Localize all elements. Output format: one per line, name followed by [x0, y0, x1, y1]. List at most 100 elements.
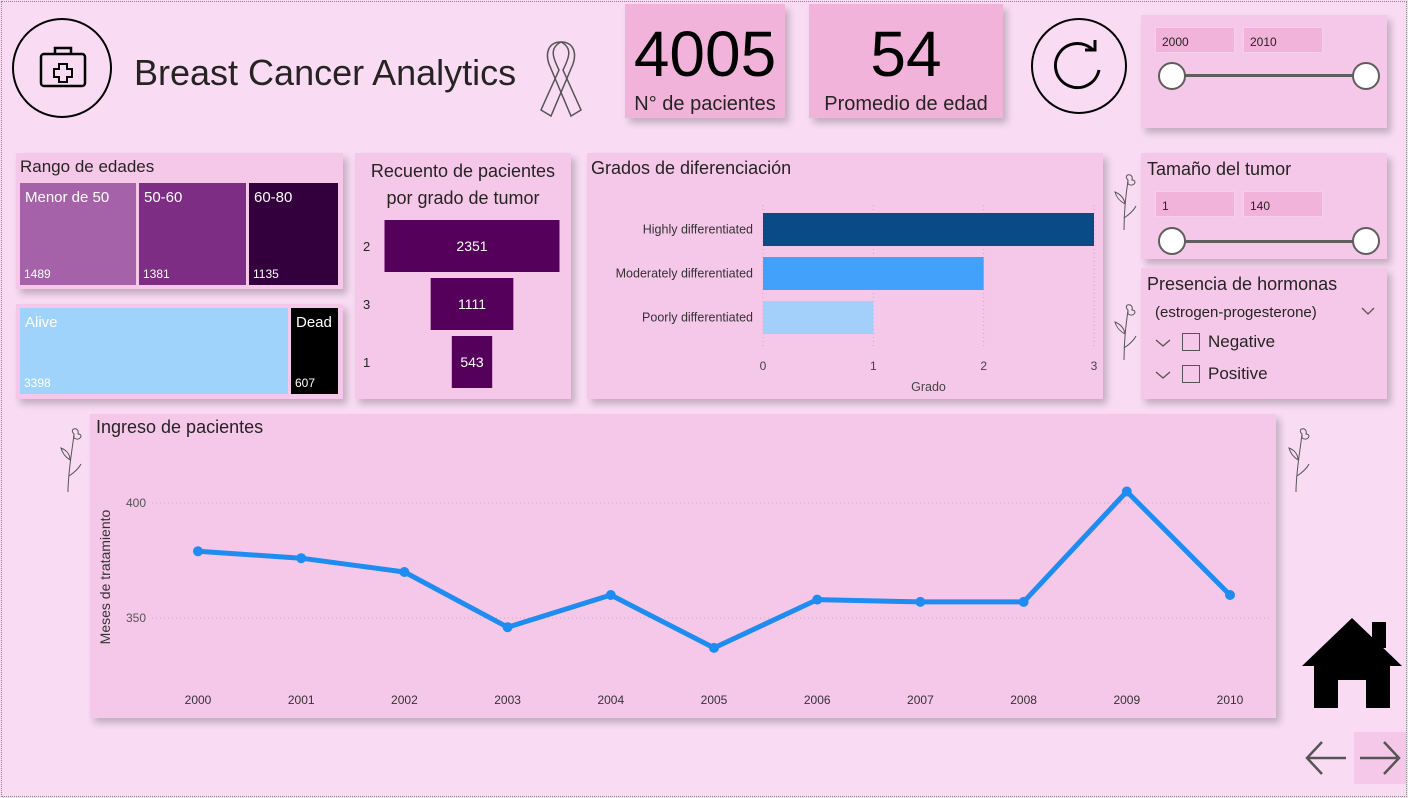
kpi-patients-card: 4005 N° de pacientes [625, 4, 785, 118]
chevron-down-icon[interactable] [1155, 338, 1171, 348]
tumor-min-input[interactable]: 1 [1155, 191, 1235, 217]
status-tile-dead[interactable]: Dead 607 [291, 308, 338, 394]
data-point[interactable] [605, 590, 616, 600]
x-tick-label: 2002 [391, 693, 418, 707]
tile-value: 3398 [24, 376, 51, 390]
tile-label: 60-80 [254, 189, 293, 206]
data-point[interactable] [193, 546, 203, 557]
tile-label: Menor de 50 [25, 189, 110, 206]
medical-kit-icon [12, 18, 112, 118]
tumor-size-slicer: Tamaño del tumor 1 140 [1141, 153, 1387, 259]
differentiation-chart: 0 1 2 3 Highly differentiated Moderately diff… [616, 205, 1098, 394]
flower-icon [1114, 304, 1137, 361]
hormone-option-positive[interactable]: Positive [1208, 364, 1268, 384]
x-tick-label: 1 [870, 359, 877, 373]
hormone-option-negative[interactable]: Negative [1208, 332, 1275, 352]
category-label: Highly differentiated [643, 223, 753, 237]
tile-value: 1489 [24, 267, 51, 281]
flower-icon [1114, 174, 1137, 231]
year-slicer: 2000 2010 [1141, 15, 1387, 128]
arrow-left-icon[interactable] [1304, 738, 1348, 778]
chevron-down-icon[interactable] [1155, 370, 1171, 380]
series-line [197, 489, 1232, 651]
funnel-category-label: 1 [363, 355, 370, 370]
chevron-down-icon[interactable] [1361, 306, 1375, 316]
year-min-input[interactable]: 2000 [1155, 27, 1235, 53]
differentiation-bar[interactable] [763, 213, 1094, 246]
x-tick-label: 2000 [185, 693, 212, 707]
tumor-size-title: Tamaño del tumor [1147, 159, 1292, 179]
tumor-max-input[interactable]: 140 [1243, 191, 1323, 217]
data-point[interactable] [812, 594, 823, 605]
refresh-icon [1053, 40, 1101, 90]
y-tick-label: 350 [126, 611, 146, 625]
hormones-subtitle: (estrogen-progesterone) [1155, 304, 1317, 321]
next-page-button[interactable] [1354, 732, 1406, 784]
tumor-slider-track[interactable] [1171, 240, 1365, 243]
data-point[interactable] [1121, 486, 1132, 497]
differentiation-bar[interactable] [763, 301, 874, 334]
home-icon[interactable] [1300, 616, 1404, 710]
arrow-right-icon [1360, 741, 1401, 775]
funnel-category-label: 2 [363, 239, 370, 254]
funnel-bar-label: 543 [460, 354, 484, 370]
x-tick-label: 2005 [701, 693, 728, 707]
x-tick-label: 2001 [288, 693, 315, 707]
hormones-title: Presencia de hormonas [1147, 274, 1338, 294]
data-point[interactable] [296, 553, 307, 564]
x-tick-label: 2003 [494, 693, 521, 707]
age-range-tile[interactable]: 60-80 1135 [249, 183, 338, 285]
x-tick-label: 3 [1091, 359, 1098, 373]
data-point[interactable] [502, 622, 513, 633]
x-tick-label: 2 [980, 359, 987, 373]
category-label: Poorly differentiated [642, 311, 753, 325]
y-tick-label: 400 [126, 496, 146, 510]
tumor-slider-max-handle[interactable] [1352, 227, 1380, 255]
year-slider-max-handle[interactable] [1352, 62, 1380, 90]
flower-icon [60, 428, 82, 493]
status-card: Alive 3398 Dead 607 [16, 304, 343, 399]
tile-value: 1135 [253, 267, 279, 281]
x-tick-label: 2004 [597, 693, 624, 707]
data-point[interactable] [709, 642, 719, 653]
data-point[interactable] [399, 567, 410, 577]
x-axis-label: Grado [911, 380, 946, 394]
tile-value: 607 [295, 376, 316, 390]
kpi-patients-value: 4005 [633, 18, 777, 90]
tile-label: 50-60 [144, 189, 183, 206]
data-point[interactable] [1018, 596, 1029, 607]
funnel-bar-label: 1111 [458, 296, 486, 312]
data-point[interactable] [915, 596, 926, 607]
differentiation-bar[interactable] [763, 257, 984, 290]
category-label: Moderately differentiated [616, 267, 753, 281]
tile-label: Alive [25, 314, 58, 331]
x-tick-label: 0 [760, 359, 767, 373]
positive-checkbox[interactable] [1182, 365, 1200, 383]
funnel-chart: 2351 2 1111 3 543 1 [363, 220, 560, 388]
age-range-card: Rango de edades Menor de 50 1489 50-60 1… [16, 153, 343, 289]
differentiation-card: Grados de diferenciación 0 1 2 3 Highly diff… [587, 153, 1103, 399]
funnel-card: Recuento de pacientes por grado de tumor… [355, 153, 571, 399]
age-range-tile[interactable]: 50-60 1381 [139, 183, 246, 285]
data-point[interactable] [1225, 590, 1235, 600]
status-tile-alive[interactable]: Alive 3398 [20, 308, 288, 394]
line-chart: 350 400 2000 2001 2002 2003 2004 2005 2006 2007 20… [97, 486, 1270, 707]
funnel-category-label: 3 [363, 297, 370, 312]
x-tick-label: 2010 [1217, 693, 1244, 707]
tumor-slider-min-handle[interactable] [1158, 227, 1186, 255]
tile-label: Dead [296, 314, 332, 331]
kpi-age-label: Promedio de edad [824, 93, 988, 115]
negative-checkbox[interactable] [1182, 333, 1200, 351]
kpi-age-value: 54 [870, 18, 942, 90]
x-tick-label: 2009 [1113, 693, 1140, 707]
year-max-input[interactable]: 2010 [1243, 27, 1323, 53]
flower-icon [1288, 428, 1310, 493]
age-range-title: Rango de edades [20, 157, 155, 176]
x-tick-label: 2008 [1010, 693, 1037, 707]
year-slider-track[interactable] [1171, 74, 1365, 77]
hormones-slicer: Presencia de hormonas (estrogen-progeste… [1141, 268, 1387, 399]
age-range-tile[interactable]: Menor de 50 1489 [20, 183, 136, 285]
refresh-button[interactable] [1031, 18, 1127, 114]
funnel-bar-label: 2351 [456, 238, 487, 254]
year-slider-min-handle[interactable] [1158, 62, 1186, 90]
